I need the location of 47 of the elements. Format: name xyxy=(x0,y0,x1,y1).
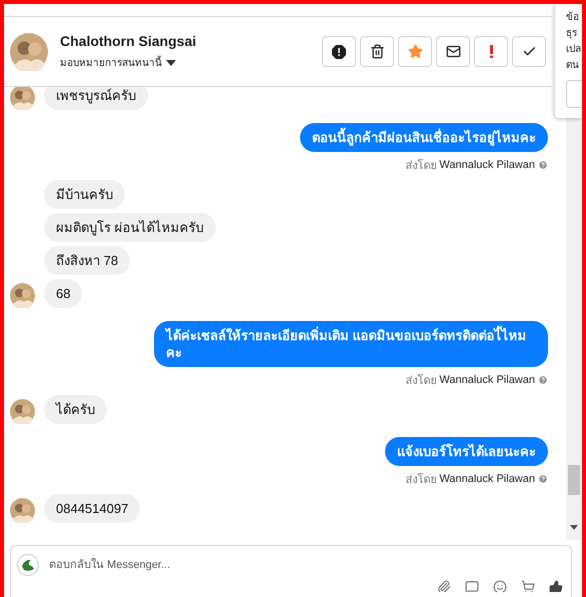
trash-icon xyxy=(370,44,384,59)
assign-dropdown[interactable]: มอบหมายการสนทนานี้ xyxy=(60,55,310,70)
delete-button[interactable] xyxy=(360,36,394,67)
message-bubble: 68 xyxy=(44,279,82,308)
message-bubble: ตอนนี้ลูกค้ามีผ่อนสินเชื่ออะไรอยู่ไหมคะ xyxy=(300,123,548,152)
page-logo-icon xyxy=(17,554,39,576)
sent-by-label: ส่งโดย xyxy=(405,373,436,389)
emoji-icon[interactable] xyxy=(493,580,507,592)
message-bubble: แจ้งเบอร์โทรได้เลยนะคะ xyxy=(385,437,548,466)
cart-icon[interactable] xyxy=(521,580,535,592)
panel-text: ข้อ xyxy=(566,12,580,24)
scroll-down-icon[interactable] xyxy=(570,525,578,530)
message-bubble: ถึงสิงหา 78 xyxy=(44,246,130,275)
scroll-thumb[interactable] xyxy=(568,465,580,495)
exclamation-icon xyxy=(490,45,492,58)
message-bubble: เพชรบูรณ์ครับ xyxy=(44,87,148,110)
panel-text: เปล xyxy=(566,44,582,56)
mail-icon xyxy=(446,44,460,59)
mark-unread-button[interactable] xyxy=(436,36,470,67)
chat-icon[interactable] xyxy=(465,580,479,592)
sent-by-label: ส่งโดย xyxy=(405,158,436,174)
sender-name: Wannaluck Pilawan xyxy=(439,159,535,171)
sent-by-label: ส่งโดย xyxy=(405,472,436,488)
sender-name: Wannaluck Pilawan xyxy=(439,374,535,386)
panel-text: ธุร xyxy=(566,28,578,40)
paperclip-icon[interactable] xyxy=(437,580,451,592)
help-icon[interactable] xyxy=(538,375,548,385)
message-bubble: ได้ครับ xyxy=(44,395,107,424)
message-bubble: มีบ้านครับ xyxy=(44,180,125,209)
message-bubble: ผมติดบูโร ผ่อนได้ไหมครับ xyxy=(44,213,216,242)
help-icon[interactable] xyxy=(538,160,548,170)
message-bubble: 0844514097 xyxy=(44,494,140,523)
panel-text: ตน xyxy=(566,60,580,72)
star-button[interactable] xyxy=(398,36,432,67)
alert-icon xyxy=(332,44,346,58)
scrollbar[interactable] xyxy=(566,117,582,540)
avatar-icon xyxy=(10,32,48,70)
thumbs-up-icon[interactable] xyxy=(549,580,563,592)
sender-name: Wannaluck Pilawan xyxy=(439,473,535,485)
spam-button[interactable] xyxy=(322,36,356,67)
important-button[interactable] xyxy=(474,36,508,67)
caret-icon xyxy=(166,60,176,66)
contact-name: Chalothorn Siangsai xyxy=(60,33,198,49)
done-button[interactable] xyxy=(512,36,546,67)
message-bubble: ได้ค่ะเชลล์ให้รายละเอียดเพิ่มเติม แอดมินขอเบอร์ดทรติดต่อไ้ไหมคะ xyxy=(154,321,548,367)
star-icon xyxy=(408,44,422,59)
help-icon[interactable] xyxy=(538,474,548,484)
